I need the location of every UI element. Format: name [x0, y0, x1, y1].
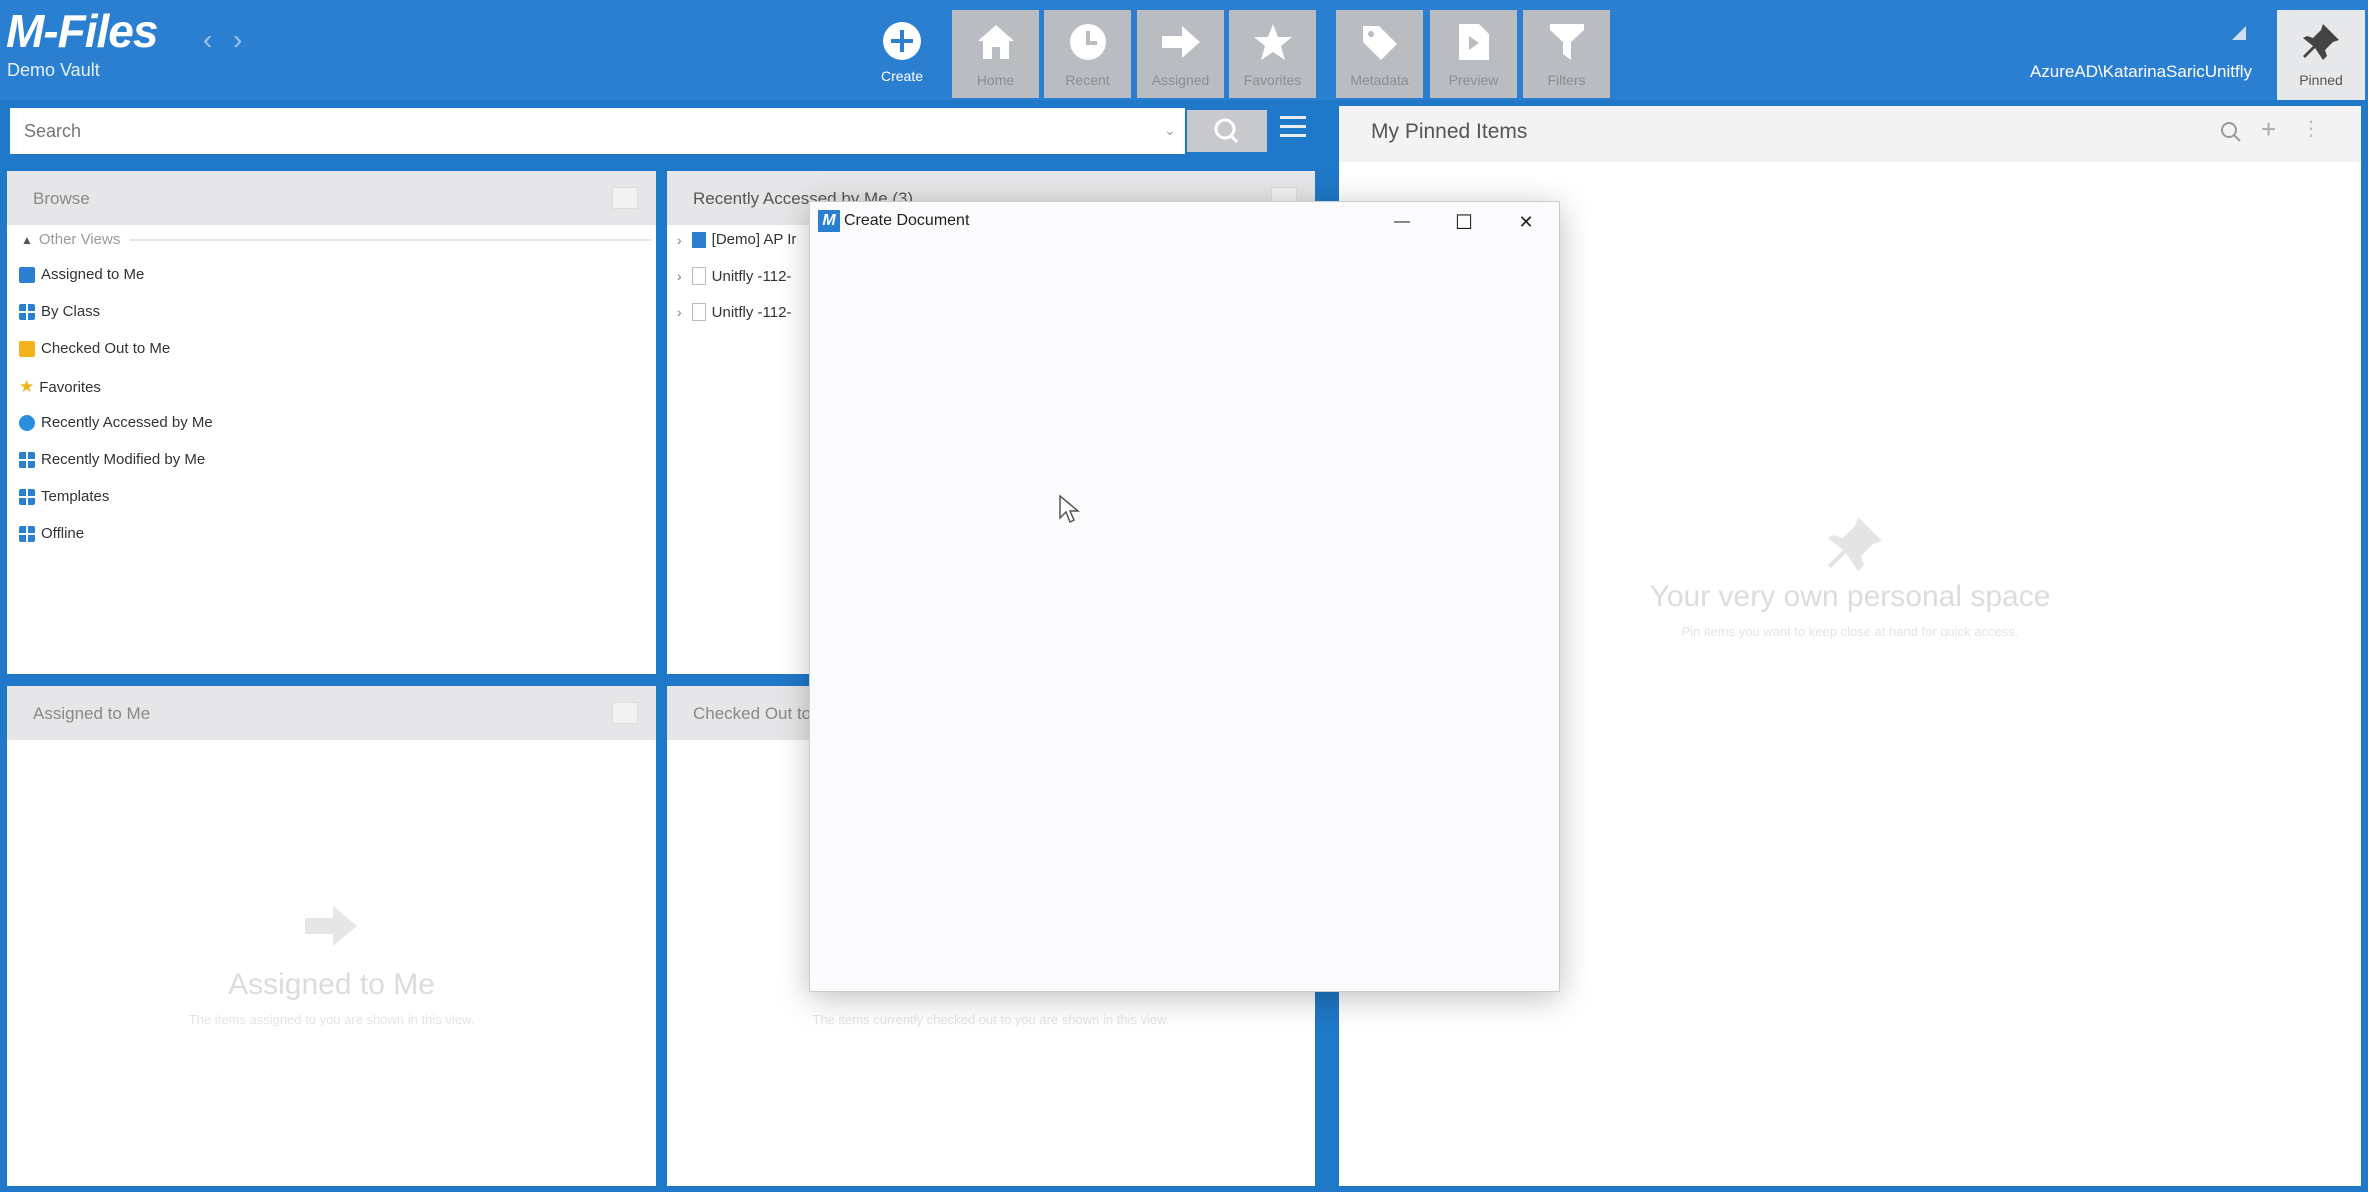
preview-label: Preview	[1448, 72, 1499, 88]
other-views-toggle[interactable]: ▲ Other Views	[21, 231, 651, 248]
assigned-empty-subtitle: The items assigned to you are shown in t…	[188, 1012, 475, 1027]
recent-item[interactable]: › Unitfly -112-	[677, 267, 791, 285]
section-divider	[130, 238, 651, 241]
view-templates[interactable]: Templates	[19, 488, 109, 505]
dialog-title: Create Document	[844, 212, 970, 229]
assigned-label: Assigned	[1151, 72, 1210, 88]
m-files-logo: M-Files	[6, 5, 158, 57]
view-by-class[interactable]: By Class	[19, 303, 100, 320]
view-checked-out-to-me[interactable]: Checked Out to Me	[19, 340, 170, 357]
checked-out-icon	[19, 340, 35, 357]
browse-header: Browse	[7, 171, 656, 225]
assigned-to-me-panel: Assigned to Me Assigned to Me The items …	[7, 686, 656, 1186]
search-dropdown-icon[interactable]: ⌄	[1164, 122, 1176, 139]
search-icon	[1214, 118, 1239, 144]
recent-label: Recent	[1065, 72, 1110, 88]
chevron-right-icon: ›	[677, 231, 682, 248]
clock-icon	[1069, 24, 1106, 60]
star-icon	[1253, 24, 1292, 60]
close-icon[interactable]: ✕	[1506, 206, 1546, 238]
plus-icon	[883, 22, 921, 60]
grid-view-icon	[19, 303, 35, 320]
grid-view-icon	[19, 451, 35, 468]
pin-icon	[2302, 24, 2339, 60]
pinned-title: My Pinned Items	[1371, 120, 1528, 143]
other-views-label: Other Views	[38, 231, 121, 248]
grid-view-icon	[19, 488, 35, 505]
favorites-star-icon: ★	[19, 377, 35, 396]
pinned-button[interactable]: Pinned	[2277, 10, 2365, 100]
document-preview-icon	[1458, 24, 1489, 60]
tag-icon	[1362, 26, 1397, 60]
home-button[interactable]: Home	[952, 10, 1039, 98]
home-icon	[977, 25, 1014, 59]
minimize-icon[interactable]: —	[1382, 206, 1422, 238]
create-label: Create	[880, 68, 924, 84]
arrow-right-icon	[1161, 26, 1200, 58]
search-button[interactable]	[1187, 110, 1267, 152]
browse-title: Browse	[33, 189, 90, 208]
recent-item[interactable]: › [Demo] AP Ir	[677, 231, 796, 248]
mouse-cursor-icon	[1059, 494, 1080, 524]
metadata-button[interactable]: Metadata	[1336, 10, 1423, 98]
view-favorites[interactable]: ★ Favorites	[19, 377, 101, 397]
chevron-right-icon: ›	[677, 268, 682, 284]
document-icon	[691, 231, 706, 248]
view-recently-accessed[interactable]: Recently Accessed by Me	[19, 414, 213, 431]
pinned-label: Pinned	[2299, 72, 2343, 88]
view-offline[interactable]: Offline	[19, 525, 84, 542]
assigned-view-icon	[19, 266, 35, 283]
forward-button[interactable]: ›	[233, 24, 242, 56]
add-icon[interactable]: +	[2261, 114, 2276, 145]
chevron-right-icon: ›	[677, 304, 682, 320]
assigned-empty-title: Assigned to Me	[228, 968, 435, 1001]
preview-button[interactable]: Preview	[1430, 10, 1517, 98]
recent-button[interactable]: Recent	[1044, 10, 1131, 98]
grid-view-icon	[19, 525, 35, 542]
favorites-button[interactable]: Favorites	[1229, 10, 1316, 98]
favorites-label: Favorites	[1243, 72, 1302, 88]
panel-expand-icon[interactable]	[612, 187, 638, 209]
arrow-right-icon	[305, 906, 357, 946]
pin-icon	[1828, 517, 1882, 571]
panel-expand-icon[interactable]	[612, 702, 638, 724]
document-icon	[691, 303, 706, 321]
home-label: Home	[976, 72, 1015, 88]
filters-label: Filters	[1547, 72, 1586, 88]
create-document-dialog: M Create Document — ☐ ✕	[809, 201, 1560, 992]
resize-corner-icon	[2232, 26, 2246, 40]
vault-name: Demo Vault	[7, 60, 100, 80]
caret-up-icon: ▲	[21, 232, 33, 247]
assigned-title: Assigned to Me	[33, 704, 151, 723]
back-button[interactable]: ‹	[203, 24, 212, 56]
search-input[interactable]	[10, 108, 1185, 154]
user-name[interactable]: AzureAD\KatarinaSaricUnitfly	[2030, 62, 2252, 82]
document-icon	[691, 267, 706, 285]
m-files-app-icon: M	[818, 210, 840, 232]
view-assigned-to-me[interactable]: Assigned to Me	[19, 266, 144, 283]
search-icon[interactable]	[2219, 120, 2243, 144]
create-button[interactable]: Create	[868, 22, 936, 92]
browse-panel: Browse ▲ Other Views Assigned to Me By C…	[7, 171, 656, 674]
view-recently-modified[interactable]: Recently Modified by Me	[19, 451, 205, 468]
filters-button[interactable]: Filters	[1523, 10, 1610, 98]
funnel-icon	[1549, 24, 1584, 60]
hamburger-menu-icon[interactable]	[1280, 116, 1306, 146]
assigned-header: Assigned to Me	[7, 686, 656, 740]
recent-item[interactable]: › Unitfly -112-	[677, 303, 791, 321]
checked-empty-subtitle: The items currently checked out to you a…	[812, 1012, 1170, 1027]
maximize-icon[interactable]: ☐	[1444, 206, 1484, 238]
assigned-button[interactable]: Assigned	[1137, 10, 1224, 98]
metadata-label: Metadata	[1350, 72, 1409, 88]
more-options-icon[interactable]: ⋮	[2301, 116, 2321, 141]
recent-clock-icon	[19, 414, 35, 431]
